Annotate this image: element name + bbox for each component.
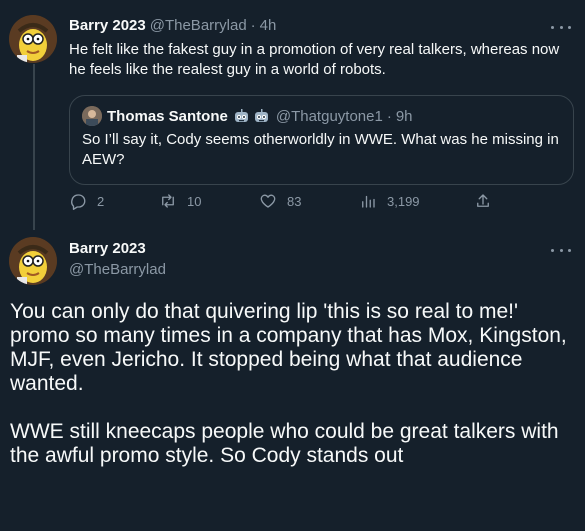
reply-tweet-text: You can only do that quivering lip 'this… [10,300,580,492]
paragraph: You can only do that quivering lip 'this… [10,300,567,395]
quoted-tweet-text: So I’ll say it, Cody seems otherworldly … [82,131,559,168]
quoted-tweet[interactable]: Thomas Santone @Thatguytone1 · 9h So I’l… [69,95,574,185]
quoted-author-handle: @Thatguytone1 [275,107,383,125]
view-count: 3,199 [387,193,420,209]
avatar[interactable] [9,237,57,285]
avatar-image [9,15,57,63]
retweet-button[interactable]: 10 [159,192,201,210]
tweet-text: He felt like the fakest guy in a promoti… [69,41,560,78]
analytics-icon [362,195,375,208]
separator-dot: · [386,107,392,125]
avatar[interactable] [9,15,57,63]
retweet-icon [162,194,174,208]
quoted-timestamp: 9h [395,107,413,125]
more-options-icon[interactable] [551,243,571,257]
more-options-icon[interactable] [551,20,571,34]
robot-emoji-icon [233,108,250,125]
timestamp[interactable]: 4h [260,17,277,34]
reply-button[interactable]: 2 [69,192,104,210]
action-bar: 2 10 83 3,199 [69,192,499,216]
quoted-author-name: Thomas Santone [107,107,228,125]
author-name[interactable]: Barry 2023 [69,17,146,34]
reply-icon [71,194,86,210]
quoted-avatar [82,106,102,126]
thread-line [33,64,35,230]
paragraph: WWE still kneecaps people who could be g… [10,420,559,467]
avatar-image [9,237,57,285]
like-count: 83 [287,193,302,209]
retweet-count: 10 [187,193,202,209]
share-button[interactable] [474,192,502,210]
author-name[interactable]: Barry 2023 [69,240,146,257]
author-handle[interactable]: @TheBarrylad [69,261,166,278]
reply-count: 2 [97,193,105,209]
tweet-header: Barry 2023 @TheBarrylad · 4h [69,17,276,34]
quoted-tweet-header: Thomas Santone @Thatguytone1 · 9h [82,106,413,126]
like-button[interactable]: 83 [259,192,301,210]
robot-emoji-icon [253,108,270,125]
views-button[interactable]: 3,199 [359,192,420,210]
author-handle[interactable]: @TheBarrylad [150,17,247,34]
heart-icon [260,194,276,208]
separator-dot: · [250,17,256,34]
share-icon [477,194,489,207]
